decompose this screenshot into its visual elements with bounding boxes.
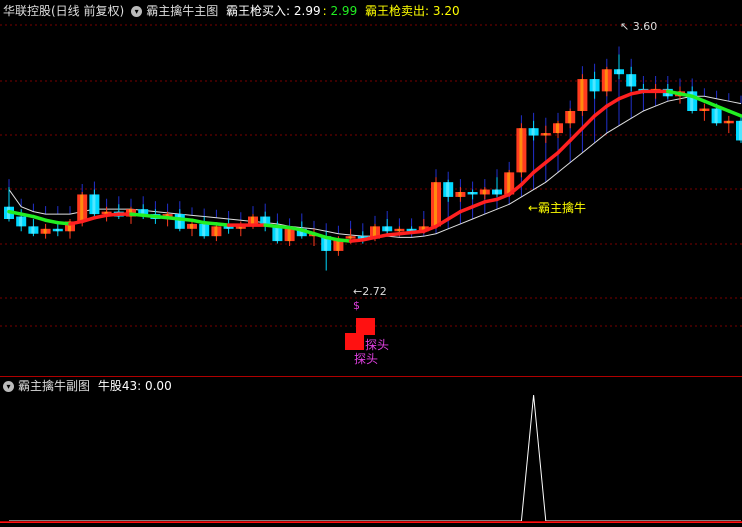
sell-value: 3.20 bbox=[432, 4, 460, 18]
ma-label: ←霸主擒牛 bbox=[528, 201, 587, 215]
bottom-axis-line bbox=[0, 521, 742, 522]
indicator-menu-icon[interactable]: ▾ bbox=[131, 6, 143, 17]
sub-indicator-line bbox=[9, 394, 741, 522]
sub-field-value: 0.00 bbox=[144, 379, 172, 393]
colon-sep-4: : bbox=[137, 379, 145, 393]
main-header: 华联控股(日线 前复权) ▾ 霸主擒牛主图 霸王枪买入: 2.99: 2.99 霸王… bbox=[3, 1, 464, 21]
buy-label: 霸王枪买入 bbox=[226, 4, 287, 18]
low-price-label: ←2.72 bbox=[353, 285, 387, 298]
buy-value: 2.99 bbox=[293, 4, 321, 18]
sub-field-label: 牛股43 bbox=[97, 379, 138, 393]
sub-indicator-name[interactable]: 霸主擒牛副图 bbox=[18, 379, 90, 393]
buy-value-2: 2.99 bbox=[330, 4, 358, 18]
sub-indicator-chart[interactable] bbox=[0, 0, 742, 527]
sell-label: 霸王枪卖出 bbox=[365, 4, 426, 18]
probe-label-2: 探头 bbox=[354, 352, 379, 366]
colon-sep-3: : bbox=[425, 4, 433, 18]
sub-indicator-menu-icon[interactable]: ▾ bbox=[3, 381, 14, 392]
sub-header: ▾ 霸主擒牛副图 牛股43: 0.00 bbox=[3, 376, 176, 396]
colon-sep: : bbox=[286, 4, 294, 18]
high-price-label: ↖ 3.60 bbox=[620, 20, 658, 33]
stock-title[interactable]: 华联控股(日线 前复权) bbox=[3, 4, 124, 18]
probe-signal-block-2 bbox=[345, 333, 364, 350]
dollar-mark: $ bbox=[353, 299, 360, 312]
indicator-name[interactable]: 霸主擒牛主图 bbox=[146, 4, 218, 18]
